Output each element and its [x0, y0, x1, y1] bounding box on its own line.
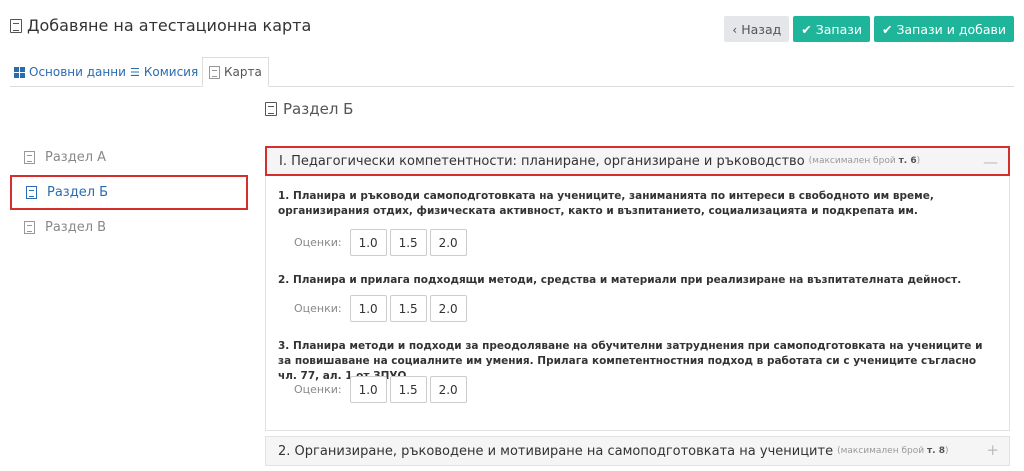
- doc-icon: [24, 151, 35, 164]
- grade-button[interactable]: 1.0: [349, 229, 387, 256]
- grade-button[interactable]: 1.5: [389, 295, 427, 322]
- tab-card[interactable]: Карта: [202, 57, 269, 87]
- grid-icon: [14, 66, 25, 78]
- chevron-left-icon: ‹: [732, 21, 738, 37]
- grade-button[interactable]: 1.5: [389, 229, 427, 256]
- grade-button[interactable]: 1.5: [389, 376, 427, 403]
- sidebar-item-section-a[interactable]: Раздел А: [10, 140, 248, 175]
- tab-commission[interactable]: ☰ Комисия: [126, 57, 202, 87]
- sidebar-item-section-c[interactable]: Раздел В: [10, 210, 248, 245]
- grade-button[interactable]: 2.0: [429, 229, 467, 256]
- check-icon: ✔: [801, 21, 812, 37]
- doc-icon: [24, 221, 35, 234]
- grade-button[interactable]: 1.0: [349, 295, 387, 322]
- competence-panel-1: I. Педагогически компетентности: планира…: [265, 146, 1010, 431]
- tab-main-data[interactable]: Основни данни: [10, 57, 130, 87]
- sidebar: Раздел А Раздел Б Раздел В: [10, 140, 248, 245]
- list-icon: ☰: [130, 65, 140, 79]
- document-icon: [265, 102, 277, 116]
- toolbar: ‹ Назад ✔ Запази ✔ Запази и добави: [724, 16, 1014, 42]
- grade-button[interactable]: 1.0: [349, 376, 387, 403]
- document-icon: [10, 18, 22, 33]
- grade-button[interactable]: 2.0: [429, 295, 467, 322]
- page-title: Добавяне на атестационна карта: [10, 16, 311, 35]
- competence-panel-2[interactable]: 2. Организиране, ръководене и мотивиране…: [265, 436, 1010, 466]
- question-1: 1. Планира и ръководи самоподготовката н…: [278, 190, 934, 217]
- grade-group-3: Оценки: 1.0 1.5 2.0: [294, 376, 470, 403]
- grade-group-2: Оценки: 1.0 1.5 2.0: [294, 295, 470, 322]
- doc-icon: [209, 65, 220, 79]
- check-icon: ✔: [882, 21, 893, 37]
- grade-button[interactable]: 2.0: [429, 376, 467, 403]
- collapse-icon[interactable]: —: [983, 153, 998, 171]
- save-and-add-button[interactable]: ✔ Запази и добави: [874, 16, 1014, 42]
- max-points: (максимален брой т. 8): [837, 446, 949, 456]
- panel-header[interactable]: I. Педагогически компетентности: планира…: [265, 146, 1010, 176]
- doc-icon: [26, 186, 37, 199]
- section-heading: Раздел Б: [265, 100, 353, 118]
- expand-icon[interactable]: +: [986, 441, 999, 459]
- sidebar-item-section-b[interactable]: Раздел Б: [10, 175, 248, 210]
- back-button[interactable]: ‹ Назад: [724, 16, 790, 42]
- question-2: 2. Планира и прилага подходящи методи, с…: [278, 274, 962, 286]
- grade-group-1: Оценки: 1.0 1.5 2.0: [294, 229, 470, 256]
- save-button[interactable]: ✔ Запази: [793, 16, 871, 42]
- tab-bar: Основни данни ☰ Комисия Карта: [10, 57, 1014, 87]
- max-points: (максимален брой т. 6): [808, 156, 921, 166]
